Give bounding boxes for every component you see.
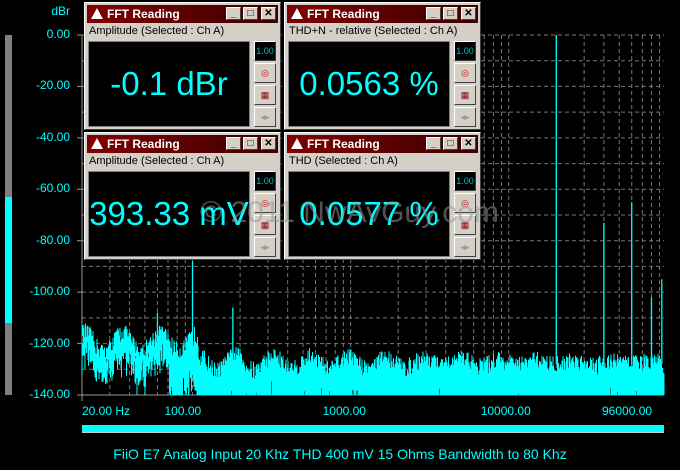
maximize-button[interactable]: □ xyxy=(243,137,258,150)
window-title: FFT Reading xyxy=(107,137,180,151)
maximize-button[interactable]: □ xyxy=(443,137,458,150)
window-title: FFT Reading xyxy=(307,7,380,21)
minimize-button[interactable]: _ xyxy=(226,137,241,150)
arrows-icon[interactable]: ◂▸ xyxy=(454,237,476,257)
close-button[interactable]: ✕ xyxy=(261,137,276,150)
level-meter xyxy=(5,35,12,395)
meter-settings-icon[interactable]: ◎ xyxy=(254,63,276,83)
level-meter-fill xyxy=(5,197,12,323)
reading-label: Amplitude (Selected : Ch A) xyxy=(89,155,225,167)
x-tick-label: 10000.00 xyxy=(480,404,531,418)
title-bar[interactable]: FFT Reading _ □ ✕ xyxy=(287,5,478,23)
window-title: FFT Reading xyxy=(107,7,180,21)
x-tick-label: 96000.00 xyxy=(602,404,653,418)
y-tick-label: 0.00 xyxy=(46,27,70,41)
chart-caption: FiiO E7 Analog Input 20 Khz THD 400 mV 1… xyxy=(113,446,567,462)
close-button[interactable]: ✕ xyxy=(461,7,476,20)
meter-settings-icon[interactable]: ◎ xyxy=(454,63,476,83)
units-button[interactable]: 1.00 xyxy=(454,171,476,191)
close-button[interactable]: ✕ xyxy=(261,7,276,20)
y-tick-label: -80.00 xyxy=(35,232,70,247)
y-tick-label: -100.00 xyxy=(29,284,70,299)
title-bar[interactable]: FFT Reading _ □ ✕ xyxy=(87,5,278,23)
reading-value: -0.1 dBr xyxy=(88,41,250,127)
reading-label: THD+N - relative (Selected : Ch A) xyxy=(289,25,458,37)
x-tick-label: 100.00 xyxy=(164,404,202,418)
log-edit-icon[interactable]: ▦ xyxy=(254,85,276,105)
arrows-icon[interactable]: ◂▸ xyxy=(254,237,276,257)
units-button[interactable]: 1.00 xyxy=(254,41,276,61)
y-tick-label: -140.00 xyxy=(29,387,70,401)
x-tick-label: 20.00 Hz xyxy=(82,404,131,418)
y-tick-label: -60.00 xyxy=(35,181,70,196)
x-tick-label: 1000.00 xyxy=(322,404,366,418)
log-edit-icon[interactable]: ▦ xyxy=(454,85,476,105)
minimize-button[interactable]: _ xyxy=(426,7,441,20)
units-button[interactable]: 1.00 xyxy=(454,41,476,61)
units-button[interactable]: 1.00 xyxy=(254,171,276,191)
arrows-icon[interactable]: ◂▸ xyxy=(454,107,476,127)
app-icon xyxy=(91,138,103,149)
noise-floor-trace xyxy=(81,323,665,396)
frequency-scrollbar[interactable] xyxy=(82,425,664,433)
y-axis-unit: dBr xyxy=(51,4,70,18)
window-title: FFT Reading xyxy=(307,137,380,151)
y-tick-label: -40.00 xyxy=(35,129,70,144)
title-bar[interactable]: FFT Reading _ □ ✕ xyxy=(287,135,478,153)
reading-value: 0.0563 % xyxy=(288,41,450,127)
app-icon xyxy=(291,8,303,19)
reading-label: Amplitude (Selected : Ch A) xyxy=(89,25,225,37)
arrows-icon[interactable]: ◂▸ xyxy=(254,107,276,127)
y-tick-label: -120.00 xyxy=(29,335,70,350)
reading-label: THD (Selected : Ch A) xyxy=(289,155,398,167)
app-icon xyxy=(291,138,303,149)
fft-reading-window[interactable]: FFT Reading _ □ ✕ Amplitude (Selected : Ch… xyxy=(84,2,281,130)
y-tick-label: -20.00 xyxy=(35,78,70,93)
maximize-button[interactable]: □ xyxy=(443,7,458,20)
minimize-button[interactable]: _ xyxy=(426,137,441,150)
fft-reading-window[interactable]: FFT Reading _ □ ✕ THD+N - relative (Select… xyxy=(284,2,481,130)
app-icon xyxy=(91,8,103,19)
maximize-button[interactable]: □ xyxy=(243,7,258,20)
watermark: © 2011 NwAvGuy.com xyxy=(200,196,499,229)
minimize-button[interactable]: _ xyxy=(226,7,241,20)
title-bar[interactable]: FFT Reading _ □ ✕ xyxy=(87,135,278,153)
close-button[interactable]: ✕ xyxy=(461,137,476,150)
